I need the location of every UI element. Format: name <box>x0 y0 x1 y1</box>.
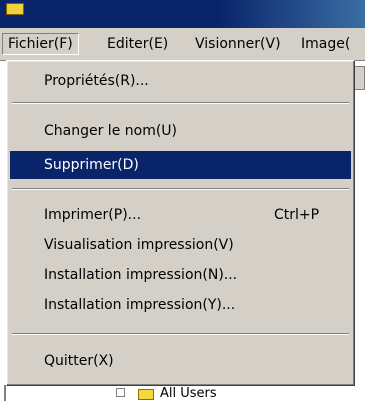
menu-image[interactable]: Image( <box>296 33 355 55</box>
app-icon <box>6 3 24 15</box>
tree-connector-line <box>4 385 6 401</box>
menu-item-supprimer[interactable]: Supprimer(D) <box>10 151 351 179</box>
menu-item-label: Changer le nom(U) <box>44 123 178 139</box>
tree-expand-icon[interactable] <box>116 388 125 397</box>
menu-bar: Fichier(F) Editer(E) Visionner(V) Image( <box>0 28 365 61</box>
tree-item-label[interactable]: All Users <box>160 385 217 401</box>
window-title-bar[interactable] <box>0 0 365 28</box>
menu-separator <box>12 333 349 335</box>
menu-item-proprietes[interactable]: Propriétés(R)... <box>10 67 351 95</box>
menu-editer[interactable]: Editer(E) <box>102 33 173 55</box>
menu-item-changer-nom[interactable]: Changer le nom(U) <box>10 117 351 145</box>
menu-item-label: Quitter(X) <box>44 353 114 369</box>
menu-item-label: Installation impression(Y)... <box>44 297 236 313</box>
menu-item-installation-impression-y[interactable]: Installation impression(Y)... <box>10 291 351 319</box>
menu-item-label: Visualisation impression(V) <box>44 237 234 253</box>
menu-item-label: Installation impression(N)... <box>44 267 238 283</box>
folder-icon <box>138 389 154 400</box>
menu-visionner[interactable]: Visionner(V) <box>190 33 286 55</box>
file-menu-dropdown: Propriétés(R)... Changer le nom(U) Suppr… <box>6 60 355 386</box>
menu-separator <box>12 188 349 190</box>
menu-item-label: Imprimer(P)... <box>44 207 142 223</box>
menu-item-installation-impression-n[interactable]: Installation impression(N)... <box>10 261 351 289</box>
menu-item-label: Propriétés(R)... <box>44 73 149 89</box>
menu-item-imprimer[interactable]: Imprimer(P)... Ctrl+P <box>10 201 351 229</box>
menu-item-quitter[interactable]: Quitter(X) <box>10 347 351 375</box>
menu-item-label: Supprimer(D) <box>44 157 139 173</box>
menu-separator <box>12 102 349 104</box>
menu-item-shortcut: Ctrl+P <box>274 207 320 223</box>
menu-fichier[interactable]: Fichier(F) <box>2 33 79 55</box>
menu-item-visualisation-impression[interactable]: Visualisation impression(V) <box>10 231 351 259</box>
